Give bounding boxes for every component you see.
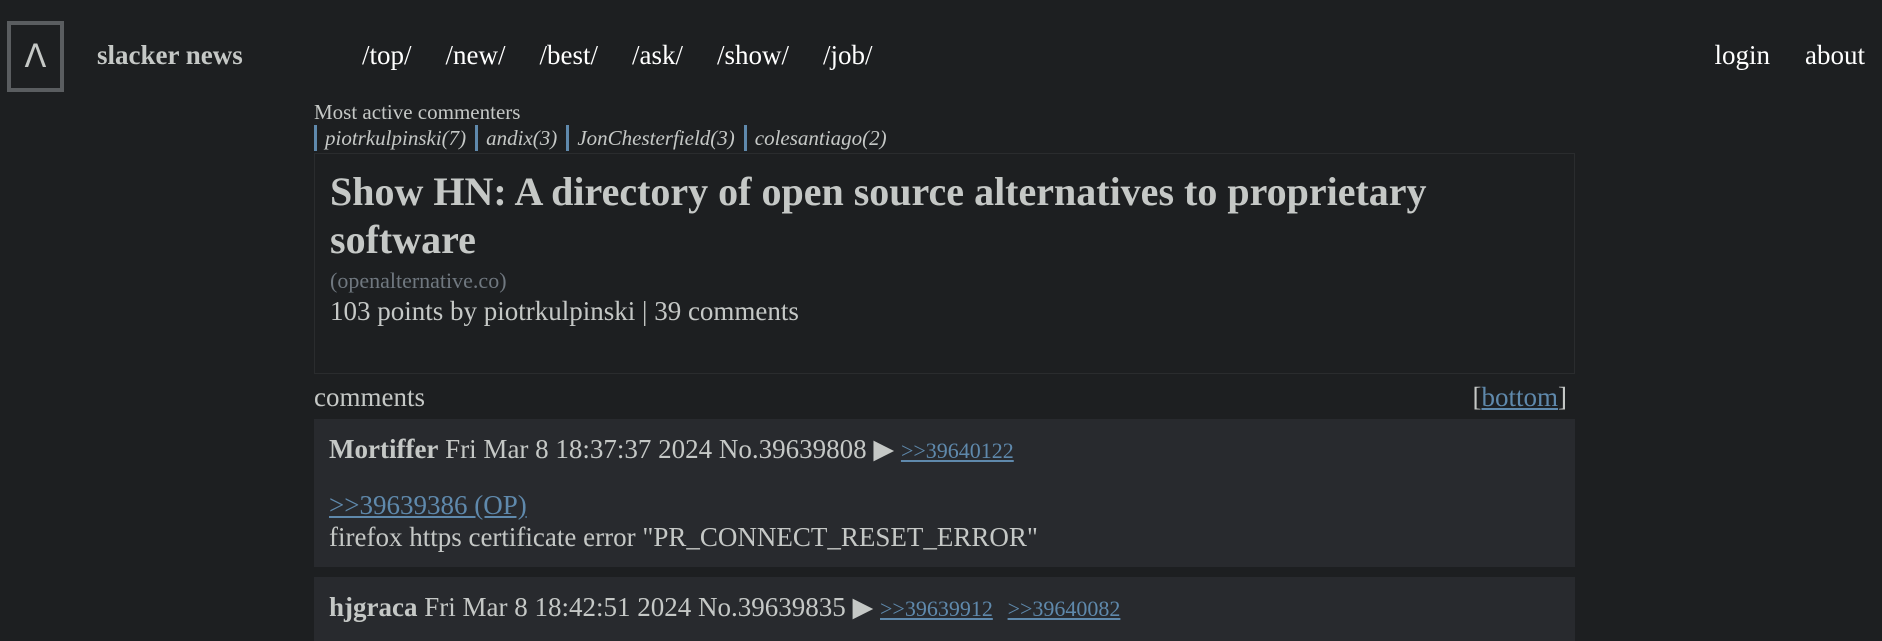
comment-author[interactable]: Mortiffer [329,434,438,464]
nav-ask-link[interactable]: /ask/ [632,40,683,71]
comments-header: comments [bottom] [314,381,1575,413]
comment-header: Mortiffer Fri Mar 8 18:37:37 2024 No.396… [329,431,1560,469]
comments-heading: comments [314,382,425,412]
bracket-close: ] [1558,382,1567,412]
top-header: Λ slacker news /top/ /new/ /best/ /ask/ … [0,0,1882,116]
comment-header: hjgraca Fri Mar 8 18:42:51 2024 No.39639… [329,589,1560,627]
commenter-link[interactable]: JonChesterfield(3) [566,125,735,151]
story-author-link[interactable]: piotrkulpinski [484,296,636,326]
reply-arrow-icon: ▶ [852,592,874,622]
commenter-link[interactable]: andix(3) [475,125,557,151]
comment-post: Mortiffer Fri Mar 8 18:37:37 2024 No.396… [314,419,1575,567]
main-content: Most active commenters piotrkulpinski(7)… [314,100,1575,641]
nav-best-link[interactable]: /best/ [540,40,599,71]
commenter-link[interactable]: piotrkulpinski(7) [314,125,466,151]
comment-date: Fri Mar 8 18:37:37 2024 [445,434,713,464]
story-meta: 103 points by piotrkulpinski | 39 commen… [330,294,1559,328]
quote-link[interactable]: >>39639386 (OP) [329,489,527,521]
story-points: 103 points by [330,296,478,326]
meta-separator: | [642,296,648,326]
reply-link[interactable]: >>39640082 [1008,596,1121,621]
active-commenters-list: piotrkulpinski(7) andix(3) JonChesterfie… [314,125,1575,151]
story-title-link[interactable]: Show HN: A directory of open source alte… [330,168,1559,264]
story-domain: (openalternative.co) [330,268,507,293]
comment-author[interactable]: hjgraca [329,592,417,622]
active-commenters-heading: Most active commenters [314,100,521,124]
nav-new-link[interactable]: /new/ [446,40,506,71]
comment-number[interactable]: No.39639808 [719,434,867,464]
account-nav: login about [1714,40,1865,71]
main-nav: /top/ /new/ /best/ /ask/ /show/ /job/ [362,40,873,71]
commenter-link[interactable]: colesantiago(2) [743,125,887,151]
login-link[interactable]: login [1714,40,1770,71]
reply-arrow-icon: ▶ [873,434,895,464]
story-comments-link[interactable]: 39 comments [654,296,799,326]
about-link[interactable]: about [1805,40,1865,71]
nav-show-link[interactable]: /show/ [717,40,789,71]
comment-date: Fri Mar 8 18:42:51 2024 [424,592,692,622]
story-card: Show HN: A directory of open source alte… [314,153,1575,374]
reply-link[interactable]: >>39640122 [901,438,1014,463]
comment-number[interactable]: No.39639835 [698,592,846,622]
reply-link[interactable]: >>39639912 [880,596,993,621]
bottom-link[interactable]: bottom [1481,382,1558,412]
logo-icon[interactable]: Λ [7,21,64,92]
comment-post: hjgraca Fri Mar 8 18:42:51 2024 No.39639… [314,577,1575,641]
nav-top-link[interactable]: /top/ [362,40,412,71]
comment-body: firefox https certificate error "PR_CONN… [329,522,1038,552]
nav-job-link[interactable]: /job/ [823,40,873,71]
bottom-link-wrapper: [bottom] [1472,381,1567,413]
site-name-link[interactable]: slacker news [97,40,243,71]
